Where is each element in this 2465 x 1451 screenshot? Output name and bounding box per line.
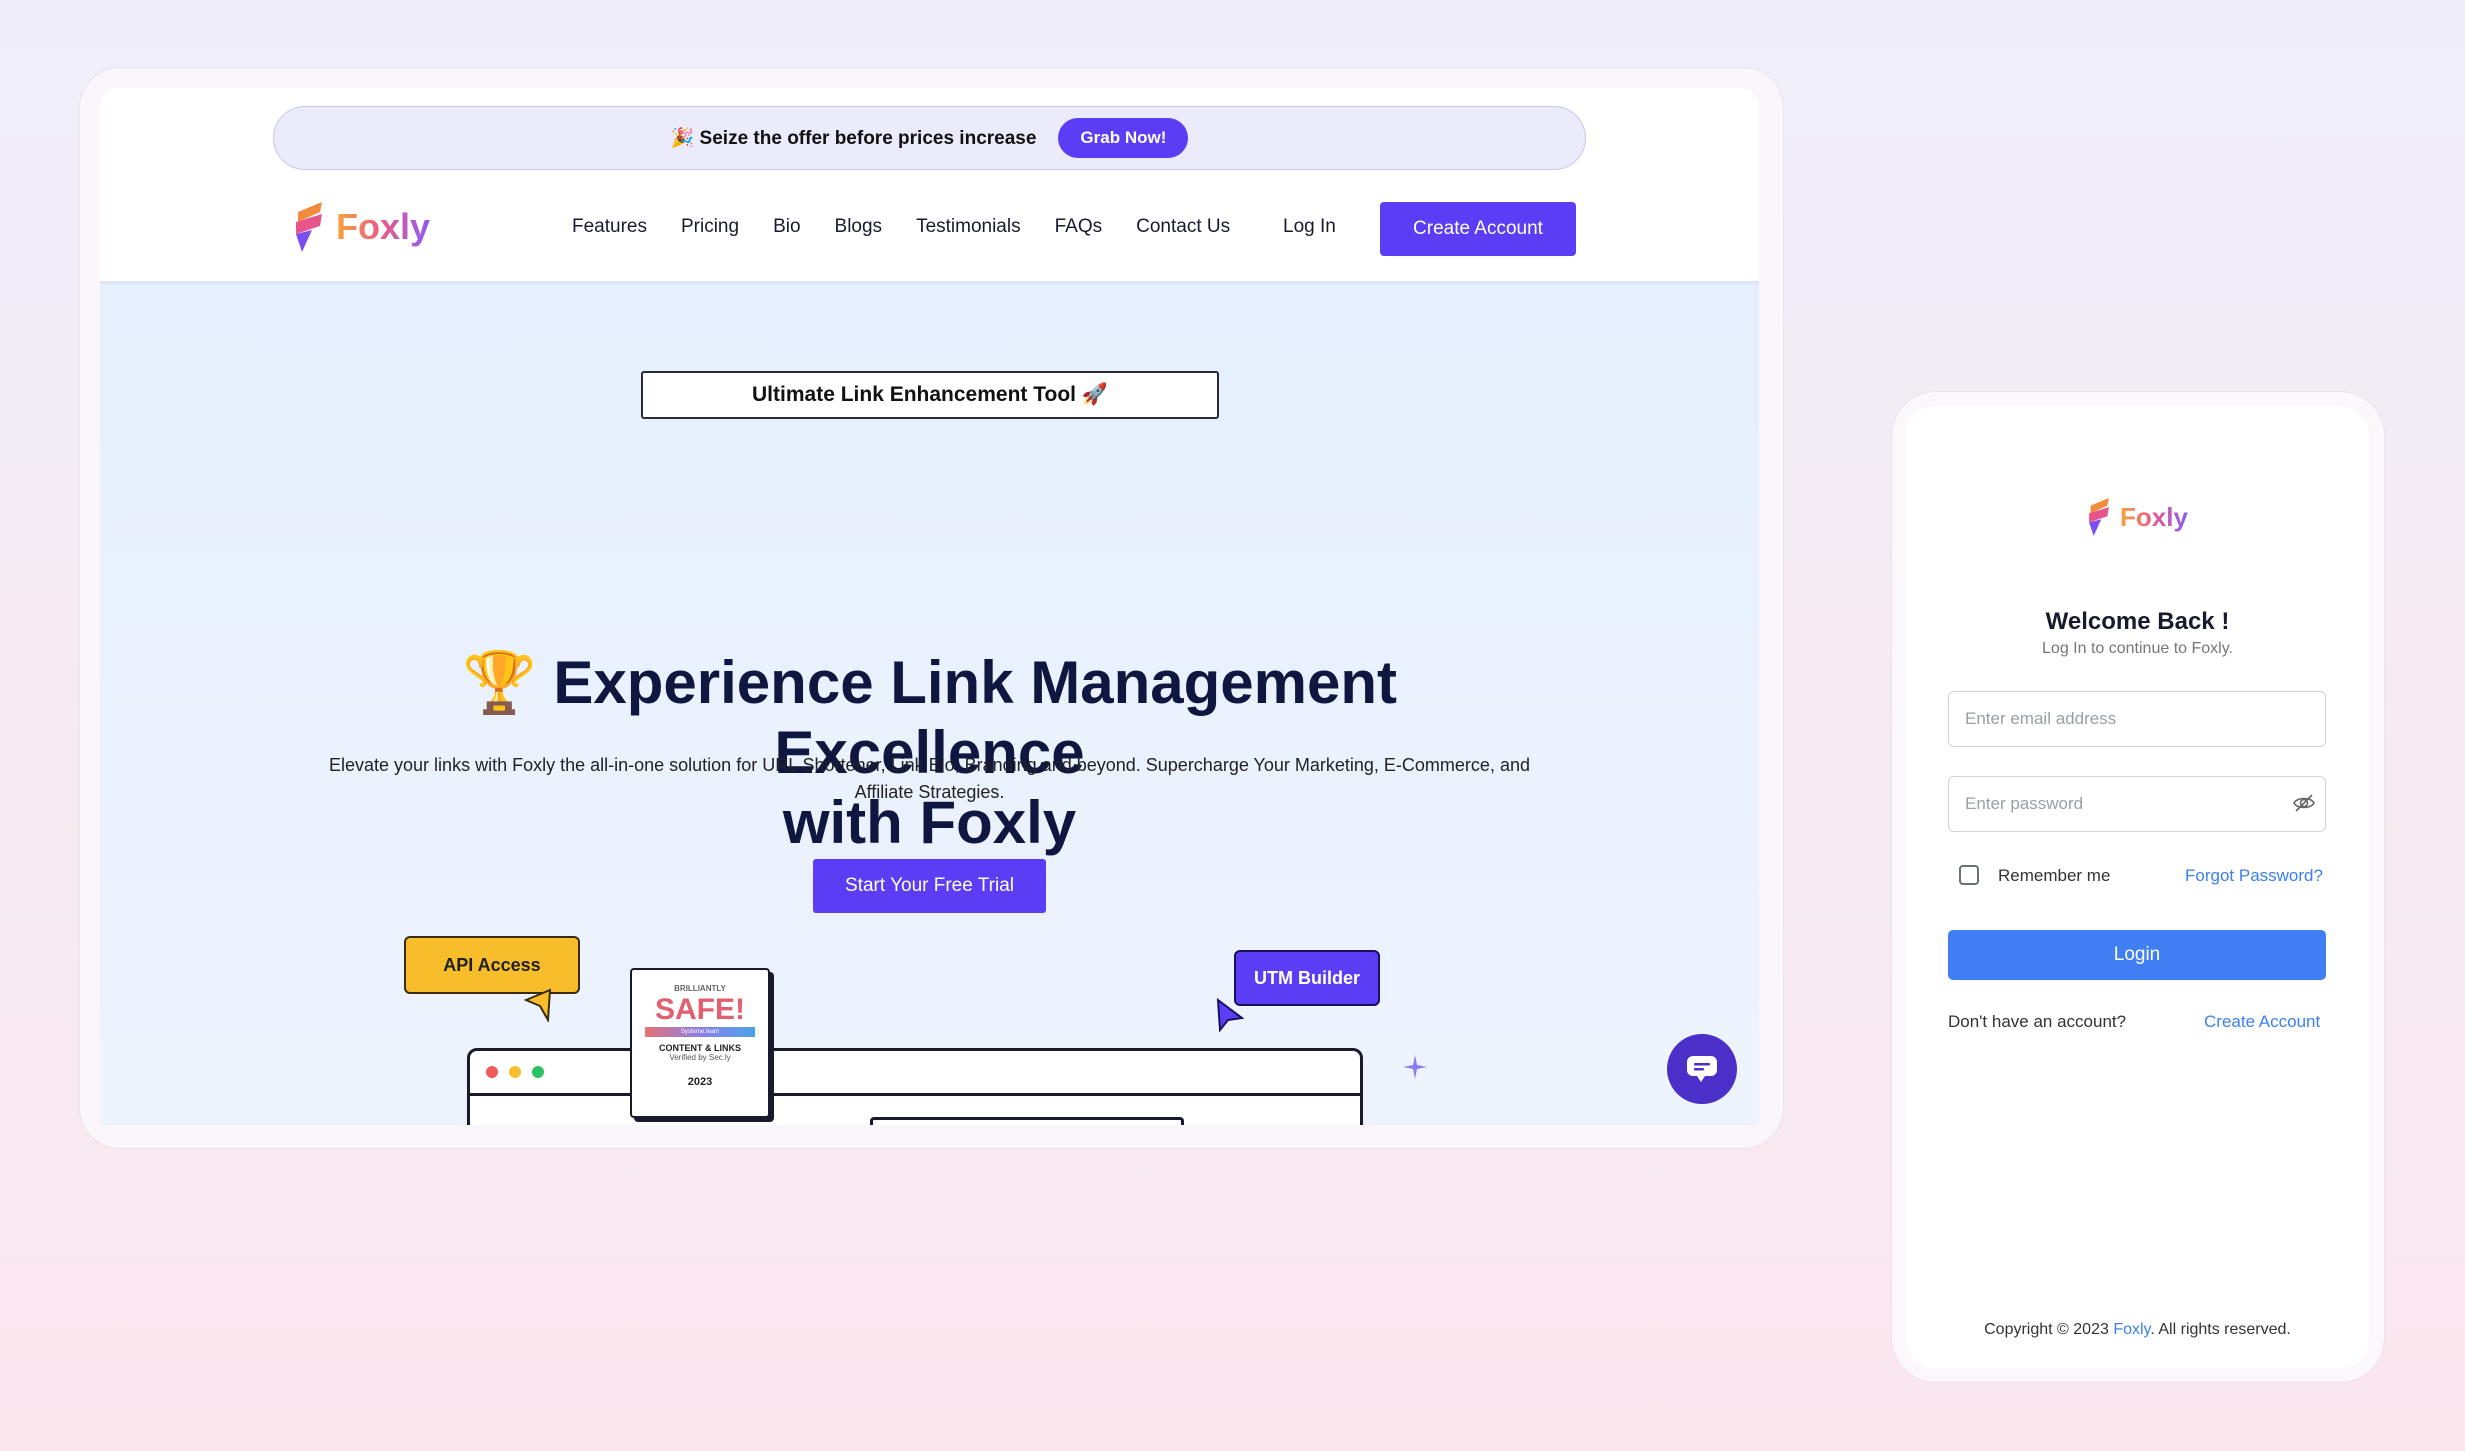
welcome-heading: Welcome Back ! — [2045, 608, 2230, 635]
utm-builder-tag: UTM Builder — [1234, 950, 1380, 1006]
create-account-link[interactable]: Create Account — [2204, 1012, 2320, 1032]
cursor-arrow-icon — [1216, 998, 1244, 1032]
badge-title: SAFE! — [655, 993, 745, 1026]
foxly-logo-icon — [296, 202, 322, 252]
create-account-button[interactable]: Create Account — [1380, 202, 1576, 256]
nav-item-testimonials[interactable]: Testimonials — [916, 216, 1021, 238]
close-dot-icon — [486, 1066, 498, 1078]
nav-item-faqs[interactable]: FAQs — [1055, 216, 1103, 238]
api-access-tag: API Access — [404, 936, 580, 994]
badge-year: 2023 — [687, 1076, 713, 1088]
hero-subtitle-line2: Affiliate Strategies. — [854, 782, 1005, 802]
sparkle-icon — [1403, 1055, 1427, 1079]
no-account-text: Don't have an account? — [1948, 1012, 2127, 1031]
welcome-subtitle: Log In to continue to Foxly. — [2042, 640, 2233, 657]
email-field[interactable] — [1948, 691, 2326, 747]
foxly-logo-text: Foxly — [2120, 501, 2188, 532]
safe-badge: BRILLIANTLY SAFE! Systeme.team CONTENT &… — [630, 968, 770, 1118]
foxly-logo-text: Foxly — [336, 206, 431, 247]
log-in-link[interactable]: Log In — [1283, 216, 1336, 238]
cursor-arrow-icon — [524, 988, 552, 1022]
foxly-logo: Foxly — [2086, 498, 2188, 536]
hero-tag: Ultimate Link Enhancement Tool 🚀 — [641, 371, 1219, 419]
nav-item-bio[interactable]: Bio — [773, 216, 800, 238]
promo-banner: 🎉 Seize the offer before prices increase… — [273, 106, 1586, 170]
nav-item-features[interactable]: Features — [572, 216, 647, 238]
browser-illustration — [467, 1048, 1363, 1125]
mobile-login-screen: Foxly Welcome Back ! Log In to continue … — [1906, 406, 2369, 1368]
start-free-trial-button[interactable]: Start Your Free Trial — [813, 859, 1046, 913]
main-nav: Features Pricing Bio Blogs Testimonials … — [572, 216, 1230, 238]
badge-label: BRILLIANTLY — [674, 984, 726, 993]
nav-item-pricing[interactable]: Pricing — [681, 216, 739, 238]
copyright-suffix: . All rights reserved. — [2150, 1321, 2291, 1338]
nav-item-contact-us[interactable]: Contact Us — [1136, 216, 1230, 238]
eye-slash-icon[interactable] — [2292, 791, 2316, 815]
remember-me-label: Remember me — [1998, 866, 2111, 885]
grab-now-button[interactable]: Grab Now! — [1058, 118, 1189, 158]
foxly-logo[interactable]: Foxly — [292, 202, 430, 252]
badge-category: CONTENT & LINKS — [659, 1043, 741, 1053]
remember-me-checkbox[interactable] — [1959, 865, 1979, 885]
site-header: 🎉 Seize the offer before prices increase… — [100, 88, 1759, 281]
hero-subtitle: Elevate your links with Foxly the all-in… — [300, 752, 1559, 806]
nav-item-blogs[interactable]: Blogs — [835, 216, 883, 238]
copyright-footer: Copyright © 2023 Foxly. All rights reser… — [1906, 1321, 2369, 1339]
badge-verified: Verified by Sec.ly — [669, 1053, 731, 1062]
copyright-brand-link[interactable]: Foxly — [2113, 1321, 2150, 1338]
login-button[interactable]: Login — [1948, 930, 2326, 980]
chat-icon — [1687, 1056, 1717, 1082]
promo-text: 🎉 Seize the offer before prices increase — [670, 128, 1037, 149]
minimize-dot-icon — [509, 1066, 521, 1078]
foxly-logo-icon — [2089, 498, 2109, 536]
hero-subtitle-line1: Elevate your links with Foxly the all-in… — [329, 755, 1530, 775]
desktop-screen: 🎉 Seize the offer before prices increase… — [100, 88, 1759, 1125]
password-field[interactable] — [1948, 776, 2326, 832]
badge-stripe: Systeme.team — [645, 1027, 755, 1037]
forgot-password-link[interactable]: Forgot Password? — [2185, 866, 2323, 886]
browser-titlebar — [470, 1051, 1360, 1096]
chat-widget-button[interactable] — [1667, 1034, 1737, 1104]
maximize-dot-icon — [532, 1066, 544, 1078]
copyright-prefix: Copyright © 2023 — [1984, 1321, 2114, 1338]
browser-content-box — [870, 1117, 1184, 1125]
